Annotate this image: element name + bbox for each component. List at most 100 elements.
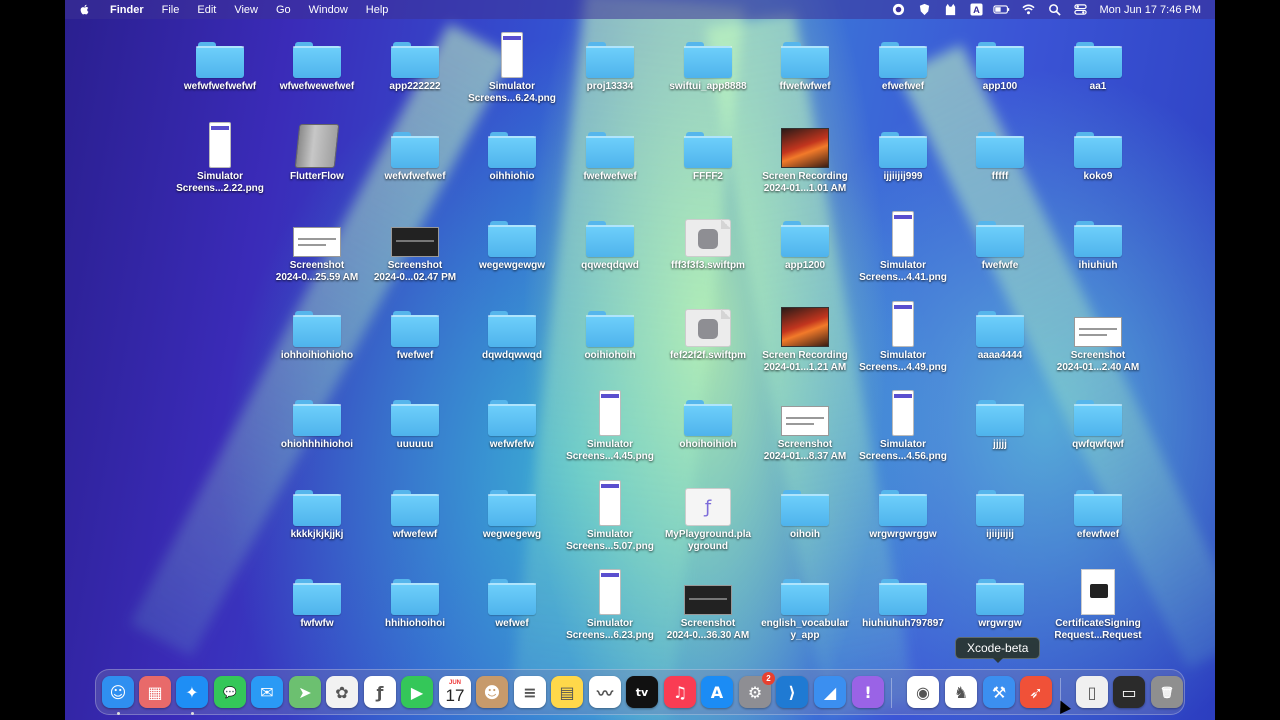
desktop-item[interactable]: fwefwef	[365, 297, 465, 362]
notes-icon[interactable]: ▤	[551, 676, 583, 708]
desktop-item[interactable]: fffff	[950, 118, 1050, 183]
desktop-item[interactable]: wegwegewg	[462, 476, 562, 541]
desktop-item[interactable]: Simulator Screens...6.23.png	[560, 565, 660, 642]
downloads-stack-icon[interactable]: ▭	[1113, 676, 1145, 708]
desktop-item[interactable]: Simulator Screens...4.56.png	[853, 386, 953, 463]
desktop-item[interactable]: Simulator Screens...2.22.png	[170, 118, 270, 195]
desktop-item[interactable]: wfwefewf	[365, 476, 465, 541]
desktop-item[interactable]: qwfqwfqwf	[1048, 386, 1148, 451]
messages-icon[interactable]: 💬	[214, 676, 246, 708]
safari-icon[interactable]: ✦	[176, 676, 208, 708]
desktop-item[interactable]: fwefwefwef	[560, 118, 660, 183]
desktop-item[interactable]: fef22f2f.swiftpm	[658, 297, 758, 362]
desktop-item[interactable]: aaaa4444	[950, 297, 1050, 362]
facetime-icon[interactable]: ▶	[401, 676, 433, 708]
desktop-item[interactable]: qqweqdqwd	[560, 207, 660, 272]
trash-icon[interactable]: 🗑	[1151, 676, 1183, 708]
folder-icon	[683, 118, 733, 168]
desktop-item[interactable]: oihhiohio	[462, 118, 562, 183]
desktop-item[interactable]: proj13334	[560, 28, 660, 93]
desktop-item[interactable]: ffwefwfwef	[755, 28, 855, 93]
mail-icon[interactable]: ✉	[251, 676, 283, 708]
desktop-item[interactable]: kkkkjkjkjjkj	[267, 476, 367, 541]
desktop-item-label: hhihiohoihoi	[385, 618, 445, 629]
desktop-item[interactable]: CertificateSigning Request...Request	[1048, 565, 1148, 642]
reminders-icon[interactable]: ≡	[514, 676, 546, 708]
desktop-item[interactable]: ijiijiijij	[950, 476, 1050, 541]
desktop-item[interactable]: wefwfefw	[462, 386, 562, 451]
desktop-item[interactable]: wrgwrgwrggw	[853, 476, 953, 541]
desktop-item[interactable]: Screen Recording 2024-01...1.01 AM	[755, 118, 855, 195]
cat-app-icon[interactable]: ♞	[945, 676, 977, 708]
desktop-item[interactable]: app222222	[365, 28, 465, 93]
desktop-item[interactable]: hhihiohoihoi	[365, 565, 465, 630]
desktop-item[interactable]: wefwfwefwef	[365, 118, 465, 183]
desktop-item[interactable]: fwfwfw	[267, 565, 367, 630]
desktop-item[interactable]: fff3f3f3.swiftpm	[658, 207, 758, 272]
desktop-item-label: Simulator Screens...6.23.png	[566, 618, 654, 641]
chrome-icon[interactable]: ◉	[907, 676, 939, 708]
desktop-item[interactable]: Simulator Screens...4.41.png	[853, 207, 953, 284]
desktop-item[interactable]: Screenshot 2024-01...8.37 AM	[755, 386, 855, 463]
desktop-item[interactable]: Screenshot 2024-01...2.40 AM	[1048, 297, 1148, 374]
desktop-item[interactable]: wefwfwefwefwf	[170, 28, 270, 93]
maps-icon[interactable]: ➤	[289, 676, 321, 708]
dock-separator	[891, 678, 892, 708]
freeform-icon[interactable]: ƒ	[364, 676, 396, 708]
desktop-item[interactable]: Screen Recording 2024-01...1.21 AM	[755, 297, 855, 374]
desktop-item[interactable]: FFFF2	[658, 118, 758, 183]
photos-icon[interactable]: ✿	[326, 676, 358, 708]
desktop-item[interactable]: app100	[950, 28, 1050, 93]
desktop-item[interactable]: efwefwef	[853, 28, 953, 93]
freeform-board-icon[interactable]: 〰	[589, 676, 621, 708]
desktop-item[interactable]: Simulator Screens...5.07.png	[560, 476, 660, 553]
music-icon[interactable]: ♫	[664, 676, 696, 708]
desktop-item[interactable]: ihiuhiuh	[1048, 207, 1148, 272]
desktop-item[interactable]: english_vocabular y_app	[755, 565, 855, 642]
desktop-item[interactable]: ooihiohoih	[560, 297, 660, 362]
desktop-item[interactable]: wefwef	[462, 565, 562, 630]
calendar-icon[interactable]: JUN 17	[439, 676, 471, 708]
desktop-item[interactable]: aa1	[1048, 28, 1148, 93]
app-store-icon[interactable]: A	[701, 676, 733, 708]
desktop-item[interactable]: ohoihoihioh	[658, 386, 758, 451]
flutterflow-icon[interactable]: ◢	[814, 676, 846, 708]
apple-tv-icon[interactable]: tv	[626, 676, 658, 708]
desktop-item[interactable]: wrgwrgw	[950, 565, 1050, 630]
desktop-item[interactable]: iohhoihiohioho	[267, 297, 367, 362]
vscode-icon[interactable]: ⟩	[776, 676, 808, 708]
desktop-item[interactable]: uuuuuu	[365, 386, 465, 451]
desktop-item[interactable]: swiftui_app8888	[658, 28, 758, 93]
finder-icon[interactable]: ☺	[102, 676, 134, 708]
desktop-item[interactable]: Screenshot 2024-0...02.47 PM	[365, 207, 465, 284]
desktop-item[interactable]: oihoih	[755, 476, 855, 541]
desktop-item[interactable]: dqwdqwwqd	[462, 297, 562, 362]
screenshot-file-icon	[390, 207, 440, 257]
xcode-beta-icon[interactable]: ⚒	[983, 676, 1015, 708]
launchpad-icon[interactable]: ▦	[139, 676, 171, 708]
desktop-item[interactable]: koko9	[1048, 118, 1148, 183]
desktop-item[interactable]: Simulator Screens...6.24.png	[462, 28, 562, 105]
document-stack-icon[interactable]: ▯	[1076, 676, 1108, 708]
desktop-item[interactable]: efewfwef	[1048, 476, 1148, 541]
desktop-item[interactable]: ƒ MyPlayground.pla yground	[658, 476, 758, 553]
swift-playgrounds-icon[interactable]: ➶	[1020, 676, 1052, 708]
desktop-item[interactable]: FlutterFlow	[267, 118, 367, 183]
desktop-item[interactable]: Screenshot 2024-0...36.30 AM	[658, 565, 758, 642]
desktop-item[interactable]: wfwefwewefwef	[267, 28, 367, 93]
contacts-icon[interactable]: ☻	[476, 676, 508, 708]
desktop-item[interactable]: ijjiijij999	[853, 118, 953, 183]
feedback-icon[interactable]: !	[852, 676, 884, 708]
desktop-item[interactable]: jjjjj	[950, 386, 1050, 451]
desktop-item[interactable]: Simulator Screens...4.49.png	[853, 297, 953, 374]
desktop-item-label: app1200	[784, 260, 826, 271]
desktop-item[interactable]: Screenshot 2024-0...25.59 AM	[267, 207, 367, 284]
desktop-item[interactable]: app1200	[755, 207, 855, 272]
desktop-item[interactable]: fwefwfe	[950, 207, 1050, 272]
system-settings-icon[interactable]: ⚙ 2	[739, 672, 775, 708]
desktop-item[interactable]: hiuhiuhuh797897	[853, 565, 953, 630]
desktop-item[interactable]: ohiohhhihiohoi	[267, 386, 367, 451]
desktop-item[interactable]: wegewgewgw	[462, 207, 562, 272]
desktop-item[interactable]: Simulator Screens...4.45.png	[560, 386, 660, 463]
desktop-item-label: Screen Recording 2024-01...1.21 AM	[762, 350, 848, 373]
